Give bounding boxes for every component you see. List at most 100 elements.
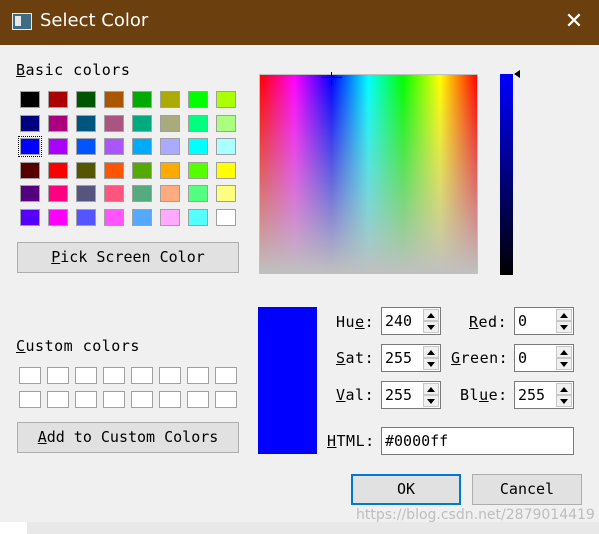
custom-color-slot[interactable]: [187, 367, 209, 384]
green-value[interactable]: 0: [518, 349, 527, 367]
basic-color-swatch[interactable]: [48, 161, 68, 179]
custom-color-slot[interactable]: [215, 391, 237, 408]
basic-color-swatch[interactable]: [104, 114, 124, 132]
ok-button[interactable]: OK: [351, 474, 461, 505]
basic-color-swatch[interactable]: [188, 185, 208, 202]
close-icon[interactable]: ✕: [556, 7, 592, 37]
basic-color-swatch[interactable]: [104, 208, 124, 226]
red-up-icon[interactable]: [556, 309, 572, 321]
basic-color-swatch[interactable]: [216, 138, 236, 155]
basic-color-swatch[interactable]: [160, 114, 180, 132]
basic-color-swatch[interactable]: [104, 185, 124, 202]
basic-color-swatch[interactable]: [104, 161, 124, 179]
value-slider-arrow-icon[interactable]: [514, 70, 520, 78]
basic-color-swatch[interactable]: [48, 138, 68, 155]
sat-up-icon[interactable]: [423, 346, 439, 358]
custom-color-slot[interactable]: [187, 391, 209, 408]
basic-color-swatch[interactable]: [20, 91, 40, 108]
cancel-button[interactable]: Cancel: [472, 474, 582, 505]
red-value[interactable]: 0: [518, 312, 527, 330]
basic-color-swatch[interactable]: [104, 91, 124, 108]
basic-color-swatch[interactable]: [216, 161, 236, 179]
basic-color-swatch[interactable]: [76, 114, 96, 132]
hue-value[interactable]: 240: [385, 312, 412, 330]
basic-color-swatch[interactable]: [216, 208, 236, 226]
basic-color-swatch[interactable]: [132, 114, 152, 132]
basic-color-swatch[interactable]: [188, 114, 208, 132]
val-value[interactable]: 255: [385, 386, 412, 404]
hue-spinbox[interactable]: 240: [381, 307, 441, 335]
basic-color-swatch[interactable]: [76, 185, 96, 202]
html-value[interactable]: #0000ff: [385, 432, 448, 450]
blue-down-icon[interactable]: [556, 395, 572, 407]
custom-color-slot[interactable]: [103, 367, 125, 384]
basic-color-swatch[interactable]: [188, 138, 208, 155]
html-input[interactable]: #0000ff: [381, 427, 574, 455]
green-down-icon[interactable]: [556, 358, 572, 370]
basic-color-swatch[interactable]: [48, 114, 68, 132]
custom-color-slot[interactable]: [19, 367, 41, 384]
basic-color-swatch[interactable]: [160, 208, 180, 226]
basic-color-swatch[interactable]: [104, 138, 124, 155]
hue-down-icon[interactable]: [423, 321, 439, 333]
basic-color-swatch[interactable]: [132, 161, 152, 179]
custom-color-slot[interactable]: [103, 391, 125, 408]
hue-up-icon[interactable]: [423, 309, 439, 321]
red-down-icon[interactable]: [556, 321, 572, 333]
hue-saturation-spectrum[interactable]: [259, 74, 478, 274]
custom-color-slot[interactable]: [131, 367, 153, 384]
basic-color-swatch[interactable]: [20, 161, 40, 179]
basic-color-swatch[interactable]: [216, 114, 236, 132]
basic-color-swatch[interactable]: [216, 91, 236, 108]
blue-up-icon[interactable]: [556, 383, 572, 395]
basic-color-swatch[interactable]: [216, 185, 236, 202]
custom-color-slot[interactable]: [131, 391, 153, 408]
basic-color-swatch[interactable]: [76, 138, 96, 155]
val-down-icon[interactable]: [423, 395, 439, 407]
pick-screen-color-button[interactable]: Pick Screen Color: [17, 242, 239, 273]
custom-color-slot[interactable]: [75, 367, 97, 384]
basic-color-swatch[interactable]: [160, 138, 180, 155]
red-spinbox[interactable]: 0: [514, 307, 574, 335]
val-spinbox[interactable]: 255: [381, 381, 441, 409]
blue-value[interactable]: 255: [518, 386, 545, 404]
green-up-icon[interactable]: [556, 346, 572, 358]
custom-color-slot[interactable]: [215, 367, 237, 384]
basic-color-swatch[interactable]: [188, 161, 208, 179]
custom-color-slot[interactable]: [47, 391, 69, 408]
custom-color-slot[interactable]: [159, 367, 181, 384]
basic-color-swatch[interactable]: [20, 185, 40, 202]
basic-color-swatch[interactable]: [132, 91, 152, 108]
custom-color-slot[interactable]: [159, 391, 181, 408]
basic-color-swatch[interactable]: [20, 208, 40, 226]
basic-color-swatch[interactable]: [48, 91, 68, 108]
custom-color-slot[interactable]: [75, 391, 97, 408]
basic-color-swatch[interactable]: [188, 91, 208, 108]
custom-color-slot[interactable]: [19, 391, 41, 408]
basic-color-swatch[interactable]: [48, 185, 68, 202]
sat-value[interactable]: 255: [385, 349, 412, 367]
sat-down-icon[interactable]: [423, 358, 439, 370]
basic-color-swatch[interactable]: [76, 208, 96, 226]
basic-color-swatch[interactable]: [76, 161, 96, 179]
sat-spinbox[interactable]: 255: [381, 344, 441, 372]
basic-color-swatch[interactable]: [132, 185, 152, 202]
basic-color-swatch[interactable]: [18, 136, 42, 157]
blue-spinbox[interactable]: 255: [514, 381, 574, 409]
basic-color-swatch[interactable]: [132, 138, 152, 155]
value-slider[interactable]: [500, 74, 513, 275]
basic-color-swatch[interactable]: [160, 161, 180, 179]
select-color-dialog: Select Color ✕ Basic colors Pick Screen …: [0, 0, 599, 523]
add-to-custom-colors-button[interactable]: Add to Custom Colors: [17, 422, 239, 453]
basic-color-swatch[interactable]: [160, 185, 180, 202]
basic-color-swatch[interactable]: [48, 208, 68, 226]
basic-color-swatch[interactable]: [132, 208, 152, 226]
basic-color-swatch[interactable]: [160, 91, 180, 108]
basic-color-swatch[interactable]: [188, 208, 208, 226]
green-spinbox[interactable]: 0: [514, 344, 574, 372]
basic-color-swatch[interactable]: [76, 91, 96, 108]
basic-color-swatch[interactable]: [20, 114, 40, 132]
custom-color-slot[interactable]: [47, 367, 69, 384]
blue-label: Blue:: [460, 386, 508, 404]
val-up-icon[interactable]: [423, 383, 439, 395]
